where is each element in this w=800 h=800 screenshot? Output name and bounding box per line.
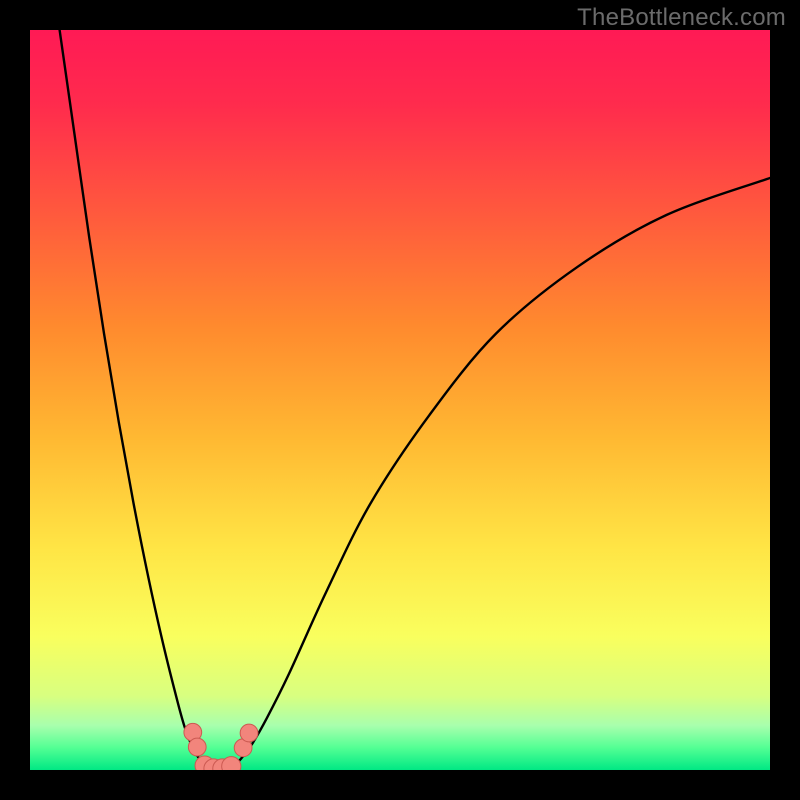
- plot-area: [30, 30, 770, 770]
- data-bead: [240, 724, 258, 742]
- data-bead: [188, 738, 206, 756]
- bottleneck-curve-chart: [30, 30, 770, 770]
- watermark-text: TheBottleneck.com: [577, 4, 786, 32]
- chart-frame: TheBottleneck.com: [0, 0, 800, 800]
- gradient-background: [30, 30, 770, 770]
